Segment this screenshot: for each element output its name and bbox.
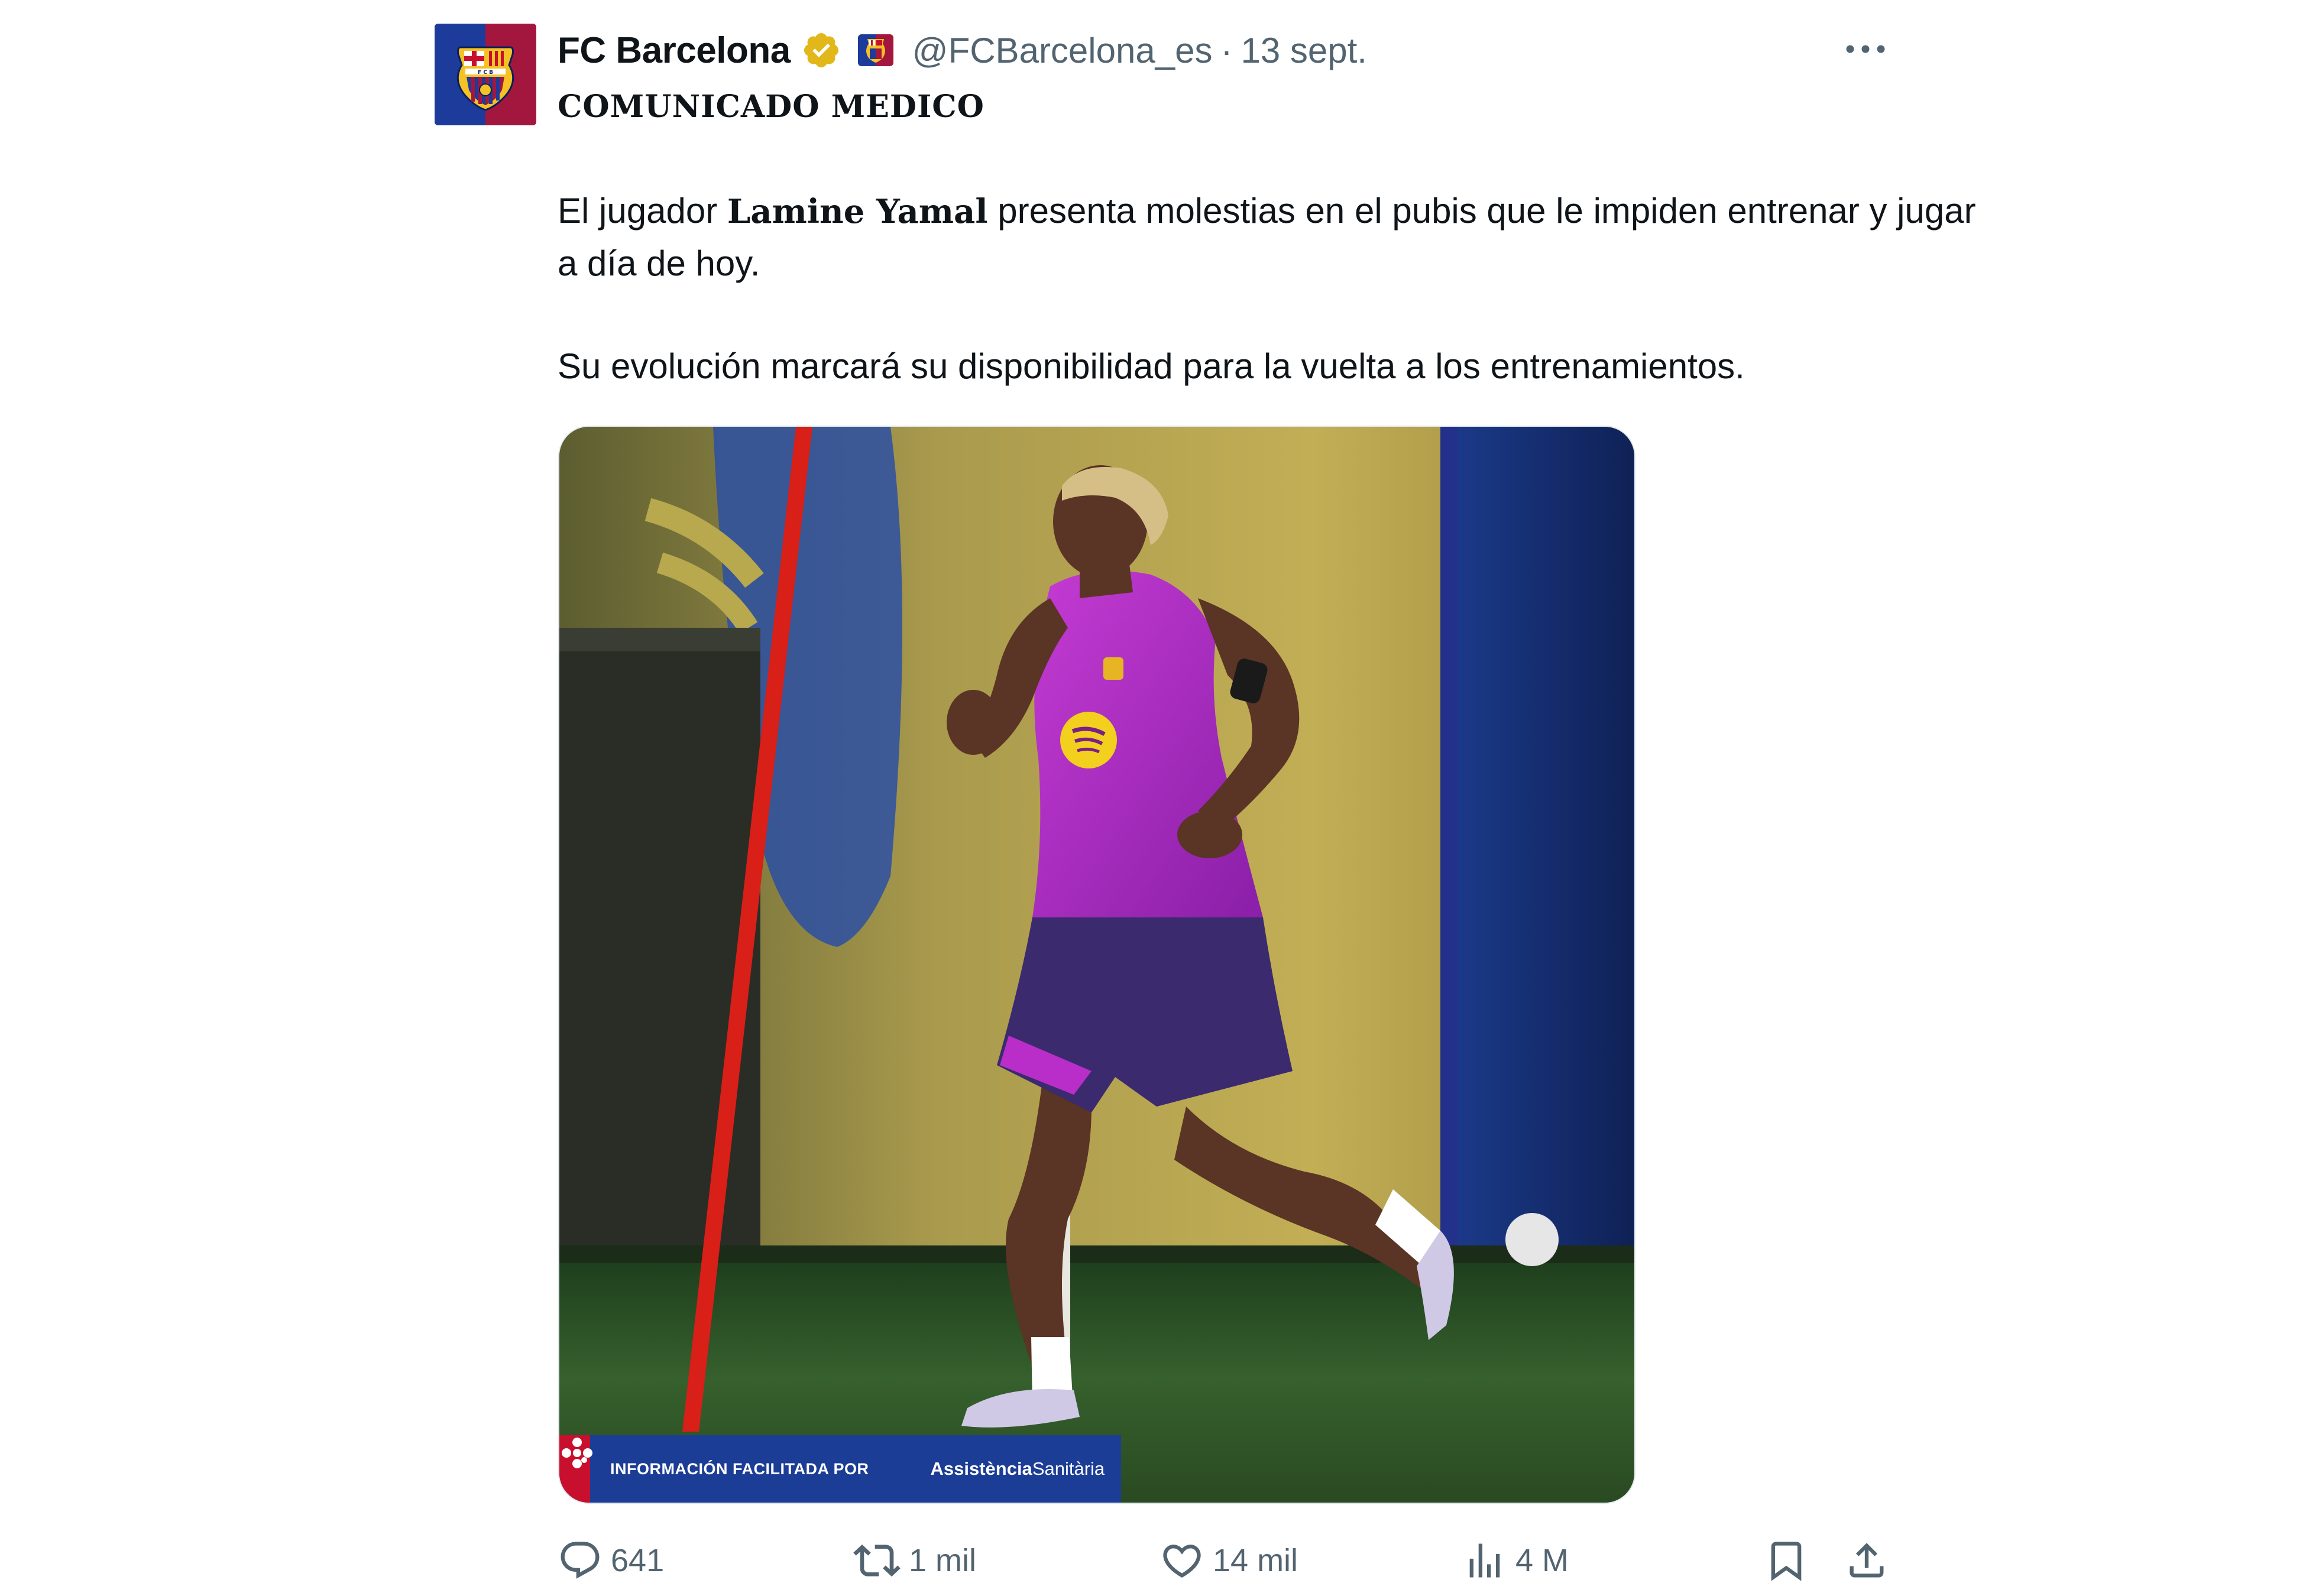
banner-brand-bold: Assistència [930, 1458, 1032, 1479]
like-count: 14 mil [1213, 1543, 1298, 1578]
bookmark-button[interactable] [1764, 1531, 1809, 1590]
player-name: Lamine Yamal [727, 192, 988, 231]
banner-brand-light: Sanitària [1032, 1458, 1105, 1479]
heart-icon [1163, 1545, 1201, 1578]
verified-badge-icon[interactable] [801, 30, 841, 70]
tweet-actions: 641 1 mil 14 mil 4 M [558, 1531, 1897, 1590]
reply-icon [561, 1542, 600, 1579]
timestamp[interactable]: 13 sept. [1241, 30, 1367, 71]
tweet-body: El jugador Lamine Yamal presenta molesti… [558, 185, 1977, 392]
fcb-crest-icon: F C B [435, 24, 536, 125]
reply-count: 641 [611, 1543, 665, 1578]
media-sponsor-banner: INFORMACIÓN FACILITADA POR AssistènciaSa… [559, 1435, 1121, 1503]
avatar[interactable]: F C B [435, 24, 536, 125]
tweet-header: FC Barcelona @FCBarcelona_es · 13 sept. [558, 24, 1367, 77]
svg-text:F C B: F C B [478, 70, 493, 76]
tweet-title: COMUNICADO MEDICO [558, 89, 984, 125]
body-paragraph-1: El jugador Lamine Yamal presenta molesti… [558, 185, 1977, 290]
handle[interactable]: @FCBarcelona_es [912, 30, 1213, 71]
more-dots-icon[interactable] [1836, 34, 1895, 64]
body-paragraph-2: Su evolución marcará su disponibilidad p… [558, 346, 1745, 386]
views-chart-icon [1469, 1543, 1500, 1578]
repost-count: 1 mil [909, 1543, 977, 1578]
views-button[interactable]: 4 M [1462, 1531, 1569, 1590]
display-name[interactable]: FC Barcelona [558, 30, 791, 72]
like-button[interactable]: 14 mil [1160, 1531, 1298, 1590]
separator: · [1220, 30, 1233, 70]
repost-icon [853, 1544, 901, 1577]
assistencia-logo-icon [562, 1438, 922, 1487]
tweet-media-photo[interactable]: INFORMACIÓN FACILITADA POR AssistènciaSa… [558, 426, 1635, 1504]
share-button[interactable] [1844, 1531, 1889, 1590]
banner-brand: AssistènciaSanitària [930, 1458, 1105, 1480]
tweet-card[interactable]: F C B FC Barcelona @FCBarcelona_es · 13 … [0, 0, 2306, 1596]
views-count: 4 M [1515, 1543, 1569, 1578]
share-icon [1850, 1543, 1884, 1578]
player-training-photo [559, 427, 1634, 1503]
banner-text: INFORMACIÓN FACILITADA POR [610, 1459, 869, 1478]
reply-button[interactable]: 641 [558, 1531, 664, 1590]
fcb-affiliate-badge-icon[interactable] [857, 34, 893, 66]
repost-button[interactable]: 1 mil [853, 1531, 976, 1590]
bookmark-icon [1771, 1542, 1802, 1581]
body-prefix: El jugador [558, 191, 727, 231]
